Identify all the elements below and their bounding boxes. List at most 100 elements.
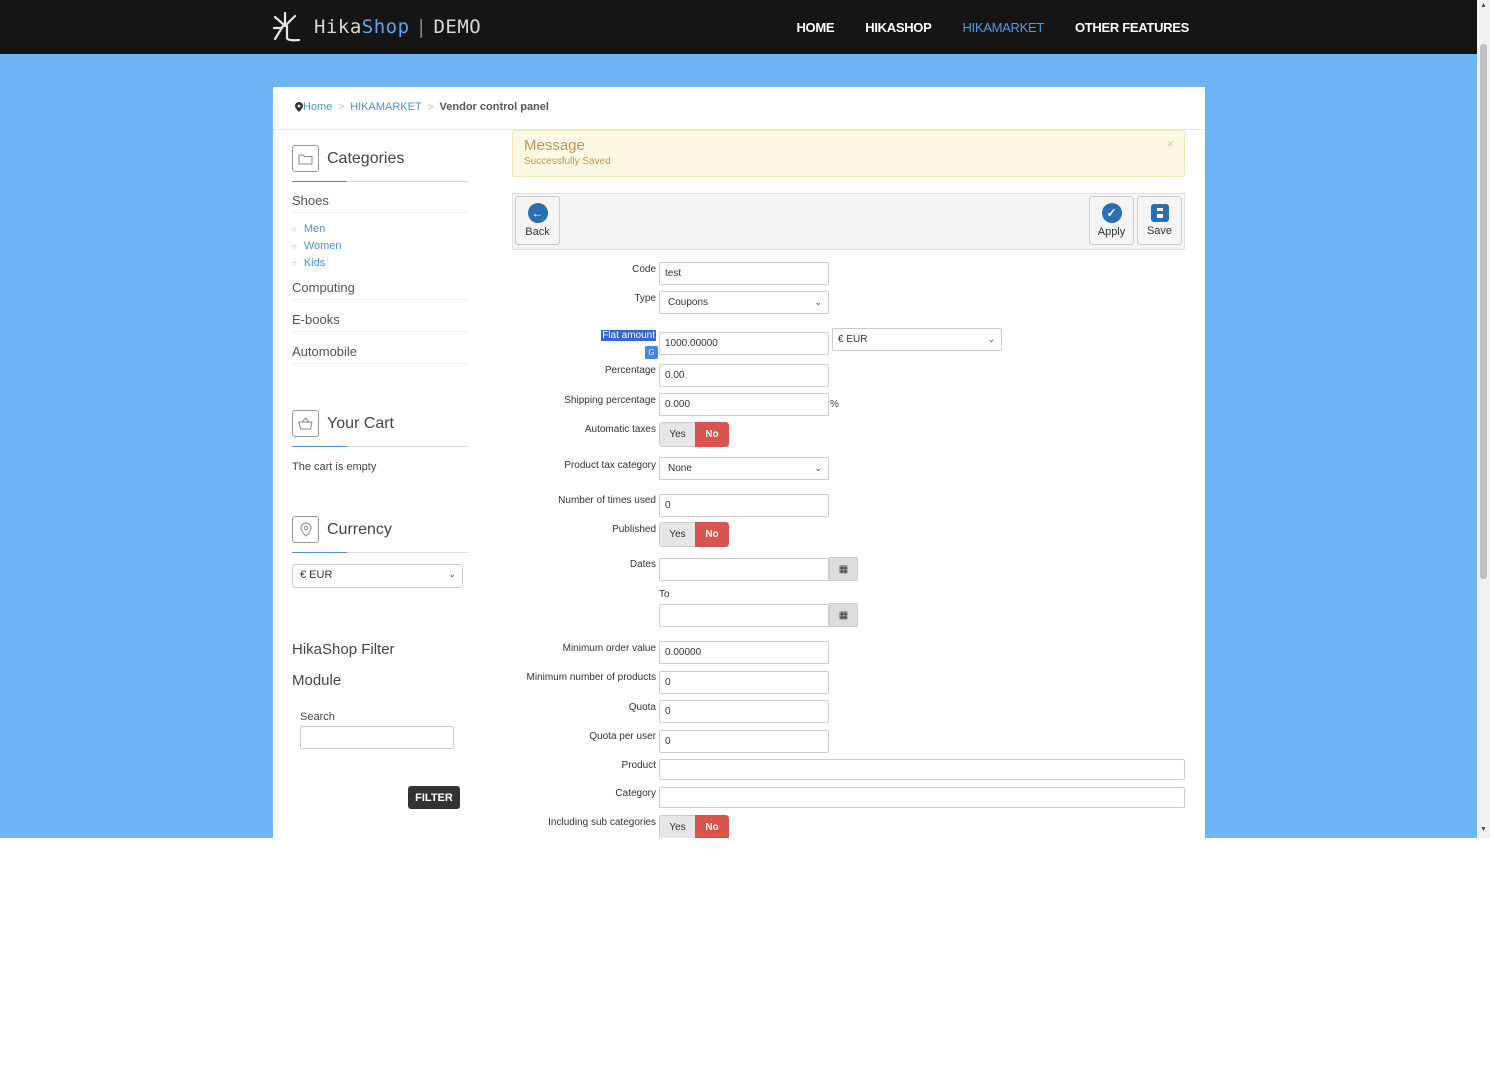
filter-button[interactable]: FILTER — [408, 786, 460, 809]
nav-hikashop[interactable]: HIKASHOP — [865, 20, 932, 35]
site-logo[interactable]: HikaShop | DEMO — [272, 10, 481, 44]
scroll-up-icon[interactable]: ▲ — [1480, 2, 1487, 9]
save-button[interactable]: Save — [1137, 196, 1182, 245]
type-selected-value: Coupons — [668, 297, 709, 308]
quota-input[interactable]: 0 — [659, 700, 829, 723]
divider — [292, 212, 468, 213]
currency-selected-value: € EUR — [300, 569, 333, 581]
currency-select[interactable]: € EUR ⌄ — [292, 564, 463, 588]
automatic-taxes-toggle: Yes No — [659, 422, 729, 447]
min-order-value-input[interactable]: 0.00000 — [659, 641, 829, 664]
published-no[interactable]: No — [695, 522, 729, 547]
vertical-scrollbar[interactable]: ▲ ▼ — [1477, 0, 1490, 838]
flat-currency-selected-value: € EUR — [838, 334, 868, 345]
start-date-input[interactable] — [659, 558, 829, 581]
end-date-input[interactable] — [659, 604, 829, 627]
subcategory-label: Kids — [303, 257, 326, 269]
subcategory-men[interactable]: ○ Men — [292, 223, 325, 235]
chevron-right-icon: > — [338, 101, 345, 113]
include-subcategories-no[interactable]: No — [695, 815, 729, 838]
category-automobile[interactable]: Automobile — [292, 344, 468, 359]
logo-word-demo: DEMO — [433, 16, 482, 38]
bullet-icon: ○ — [292, 259, 297, 268]
automatic-taxes-yes[interactable]: Yes — [659, 422, 695, 447]
location-pin-icon — [292, 516, 319, 543]
filter-search-label: Search — [300, 711, 335, 723]
quota-per-user-input[interactable]: 0 — [659, 730, 829, 753]
cart-rule — [292, 446, 468, 447]
published-yes[interactable]: Yes — [659, 522, 695, 547]
automatic-taxes-no[interactable]: No — [695, 422, 729, 447]
cart-title: Your Cart — [327, 414, 394, 432]
include-subcategories-label: Including sub categories — [548, 817, 656, 828]
logo-word-hika: Hika — [314, 16, 362, 38]
nav-hikamarket[interactable]: HIKAMARKET — [962, 20, 1044, 35]
category-ebooks[interactable]: E-books — [292, 312, 468, 327]
shipping-percentage-input[interactable]: 0.000 — [659, 393, 829, 416]
filter-search-input[interactable] — [300, 726, 454, 749]
flat-amount-currency-select[interactable]: € EUR ⌄ — [832, 328, 1002, 351]
logo-text: HikaShop | DEMO — [314, 16, 481, 38]
logo-word-shop: Shop — [361, 16, 410, 38]
breadcrumb-current: Vendor control panel — [439, 101, 549, 113]
code-label: Code — [632, 264, 656, 275]
scroll-down-icon[interactable]: ▼ — [1480, 826, 1487, 833]
subcategory-label: Men — [303, 223, 326, 235]
published-toggle: Yes No — [659, 522, 729, 547]
min-order-value-label: Minimum order value — [562, 643, 656, 654]
dates-label: Dates — [629, 559, 656, 570]
chevron-down-icon: ⌄ — [814, 463, 822, 473]
back-button[interactable]: ← Back — [515, 196, 560, 245]
times-used-label: Number of times used — [558, 495, 656, 506]
floppy-disk-icon — [1150, 204, 1169, 222]
toolbar: ← Back ✓ Apply Save — [512, 193, 1185, 250]
type-select[interactable]: Coupons ⌄ — [659, 291, 829, 314]
code-input[interactable]: test — [659, 262, 829, 285]
apply-label: Apply — [1097, 226, 1126, 238]
divider — [292, 363, 468, 364]
filter-module-title-line1: HikaShop Filter — [292, 641, 395, 658]
quota-label: Quota — [628, 702, 656, 713]
divider — [292, 299, 468, 300]
calendar-icon[interactable]: ▦ — [829, 603, 858, 627]
subcategory-label: Women — [303, 240, 342, 252]
subcategory-kids[interactable]: ○ Kids — [292, 257, 325, 269]
flat-amount-label: Flat amount — [601, 330, 656, 341]
top-navbar: HikaShop | DEMO HOME HIKASHOP HIKAMARKET O… — [0, 0, 1477, 54]
category-label: Category — [615, 788, 656, 799]
calendar-icon[interactable]: ▦ — [829, 557, 858, 581]
translate-icon[interactable]: G — [645, 346, 658, 359]
chevron-down-icon: ⌄ — [448, 569, 456, 579]
success-message: Message Successfully Saved × — [512, 130, 1185, 177]
categories-header: Categories — [292, 145, 468, 172]
min-products-input[interactable]: 0 — [659, 671, 829, 694]
subcategory-women[interactable]: ○ Women — [292, 240, 342, 252]
message-text: Successfully Saved — [524, 156, 611, 167]
product-tax-category-select[interactable]: None ⌄ — [659, 457, 829, 480]
breadcrumb-hikamarket[interactable]: HIKAMARKET — [350, 101, 422, 113]
flat-amount-input[interactable]: 1000.00000 — [659, 332, 829, 355]
scrollbar-thumb[interactable] — [1480, 44, 1487, 579]
hikashop-logo-icon — [272, 11, 301, 42]
shipping-percentage-unit: % — [830, 399, 839, 410]
type-label: Type — [634, 293, 656, 304]
product-input[interactable] — [659, 759, 1185, 780]
include-subcategories-yes[interactable]: Yes — [659, 815, 695, 838]
percentage-input[interactable]: 0.00 — [659, 364, 829, 387]
category-computing[interactable]: Computing — [292, 280, 468, 295]
quota-per-user-label: Quota per user — [589, 731, 656, 742]
nav-home[interactable]: HOME — [796, 20, 834, 35]
categories-rule — [292, 181, 468, 182]
times-used-input[interactable]: 0 — [659, 494, 829, 517]
breadcrumb-home[interactable]: Home — [303, 101, 332, 113]
category-shoes[interactable]: Shoes — [292, 193, 468, 208]
nav-other-features[interactable]: OTHER FEATURES — [1075, 20, 1189, 35]
apply-button[interactable]: ✓ Apply — [1089, 196, 1134, 245]
logo-separator: | — [415, 16, 428, 38]
category-input[interactable] — [659, 787, 1185, 808]
shipping-percentage-label: Shipping percentage — [564, 395, 656, 406]
bullet-icon: ○ — [292, 242, 297, 251]
close-icon[interactable]: × — [1166, 136, 1174, 151]
arrow-left-icon: ← — [527, 203, 548, 223]
cart-empty-text: The cart is empty — [292, 461, 377, 473]
